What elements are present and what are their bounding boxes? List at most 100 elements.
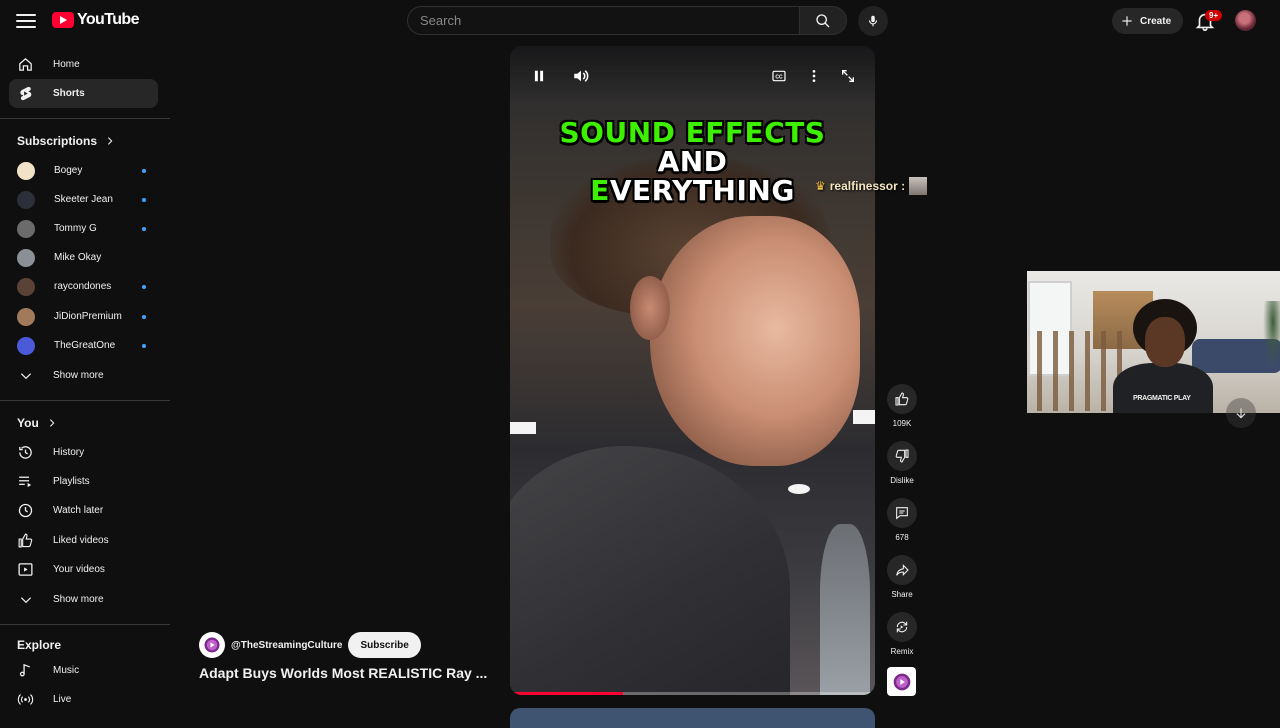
sidebar-item-home[interactable]: Home xyxy=(9,50,158,79)
arrow-down-icon xyxy=(1236,408,1246,419)
remix-button[interactable] xyxy=(887,612,917,642)
dislike-button[interactable] xyxy=(887,441,917,471)
voice-search-button[interactable] xyxy=(858,6,888,36)
sidebar-item-subscription[interactable]: Skeeter Jean xyxy=(9,185,158,214)
expand-icon xyxy=(842,70,854,82)
plus-icon xyxy=(1122,16,1132,26)
webcam-person: PRAGMATIC PLAY xyxy=(1113,299,1213,413)
video-controls: CC xyxy=(510,46,875,106)
home-icon xyxy=(17,56,34,73)
next-short-button[interactable] xyxy=(1226,398,1256,428)
channel-avatar xyxy=(17,248,35,267)
sidebar-item-subscription[interactable]: TheGreatOne xyxy=(9,331,158,360)
video-frame-light xyxy=(788,484,810,494)
dislike-action: Dislike xyxy=(885,441,919,485)
share-button[interactable] xyxy=(887,555,917,585)
search-box xyxy=(407,6,800,35)
sidebar-item-live[interactable]: Live xyxy=(9,685,158,714)
progress-bar-fill xyxy=(510,692,624,695)
history-icon xyxy=(17,444,34,461)
youtube-play-icon xyxy=(52,12,74,28)
your-videos-icon xyxy=(17,561,34,578)
create-label: Create xyxy=(1140,15,1172,27)
sidebar-item-your-videos[interactable]: Your videos xyxy=(9,555,158,584)
youtube-logo[interactable]: YouTube xyxy=(52,11,139,29)
watch-later-icon xyxy=(17,502,34,519)
share-label: Share xyxy=(891,590,913,599)
channel-avatar xyxy=(17,277,35,296)
you-heading[interactable]: You xyxy=(17,416,57,430)
next-short-preview[interactable] xyxy=(510,708,875,728)
like-count: 109K xyxy=(892,419,912,428)
sidebar-divider xyxy=(0,400,170,401)
pause-button[interactable] xyxy=(529,66,549,86)
channel-thumbnail-button[interactable] xyxy=(887,667,916,696)
music-icon xyxy=(17,662,34,679)
more-options-button[interactable] xyxy=(804,66,824,86)
more-vertical-icon xyxy=(812,70,816,82)
sidebar-item-history[interactable]: History xyxy=(9,438,158,467)
sidebar-item-subscription[interactable]: Tommy G xyxy=(9,214,158,243)
share-action: Share xyxy=(885,555,919,599)
like-action: 109K xyxy=(885,384,919,428)
playlists-icon xyxy=(17,473,34,490)
pause-icon xyxy=(534,70,544,82)
sidebar-item-subscription[interactable]: raycondones xyxy=(9,272,158,301)
channel-logo-icon xyxy=(893,673,910,690)
volume-button[interactable] xyxy=(571,66,591,86)
channel-avatar xyxy=(17,307,35,326)
sidebar-divider xyxy=(0,118,170,119)
short-title[interactable]: Adapt Buys Worlds Most REALISTIC Ray ... xyxy=(199,665,487,681)
closed-captions-icon: CC xyxy=(772,70,786,82)
account-avatar[interactable] xyxy=(1235,10,1256,31)
subscribe-button[interactable]: Subscribe xyxy=(348,632,421,658)
you-show-more[interactable]: Show more xyxy=(9,585,158,614)
new-content-dot xyxy=(142,314,146,319)
short-video-player[interactable]: CC SOUND EFFECTS AND EVERYTHING xyxy=(510,46,875,695)
sidebar-item-music[interactable]: Music xyxy=(9,656,158,685)
subscriptions-heading[interactable]: Subscriptions xyxy=(17,134,115,148)
search-icon xyxy=(816,13,830,27)
video-frame-ear xyxy=(630,276,670,340)
captions-button[interactable]: CC xyxy=(769,66,789,86)
webcam-plant xyxy=(1263,301,1280,371)
search-input[interactable] xyxy=(420,13,799,28)
volume-icon xyxy=(574,70,589,82)
sidebar-divider xyxy=(0,624,170,625)
live-icon xyxy=(17,691,34,708)
sidebar-item-shorts[interactable]: Shorts xyxy=(9,79,158,108)
sidebar-item-playlists[interactable]: Playlists xyxy=(9,467,158,496)
microphone-icon xyxy=(868,15,878,27)
notification-badge: 9+ xyxy=(1205,10,1223,21)
sidebar-item-subscription[interactable]: Mike Okay xyxy=(9,243,158,272)
sidebar-item-subscription[interactable]: Bogey xyxy=(9,156,158,185)
video-frame-face xyxy=(650,216,860,466)
chevron-right-icon xyxy=(49,419,55,427)
search-button[interactable] xyxy=(800,6,847,35)
remix-action: Remix xyxy=(885,612,919,656)
shorts-icon xyxy=(17,85,34,102)
video-frame-light xyxy=(853,410,875,424)
sidebar-item-liked-videos[interactable]: Liked videos xyxy=(9,526,158,555)
webcam-chairs xyxy=(1037,331,1123,411)
top-bar: YouTube Create 9+ xyxy=(0,0,1280,42)
like-button[interactable] xyxy=(887,384,917,414)
channel-name[interactable]: @TheStreamingCulture xyxy=(231,640,342,651)
channel-avatar[interactable] xyxy=(199,632,225,658)
subscriptions-show-more[interactable]: Show more xyxy=(9,361,158,390)
streamer-webcam: PRAGMATIC PLAY xyxy=(1027,271,1280,413)
menu-icon[interactable] xyxy=(14,10,38,32)
thumbs-down-icon xyxy=(895,449,909,463)
create-button[interactable]: Create xyxy=(1112,8,1184,34)
sidebar-item-subscription[interactable]: JiDionPremium xyxy=(9,302,158,331)
sidebar-item-watch-later[interactable]: Watch later xyxy=(9,496,158,525)
new-content-dot xyxy=(142,284,146,289)
channel-avatar xyxy=(17,190,35,209)
fullscreen-button[interactable] xyxy=(838,66,858,86)
remix-icon xyxy=(896,621,908,633)
share-icon xyxy=(896,564,909,576)
comments-button[interactable] xyxy=(887,498,917,528)
remix-label: Remix xyxy=(890,647,914,656)
video-frame-background-person xyxy=(820,524,870,695)
comments-action: 678 xyxy=(885,498,919,542)
